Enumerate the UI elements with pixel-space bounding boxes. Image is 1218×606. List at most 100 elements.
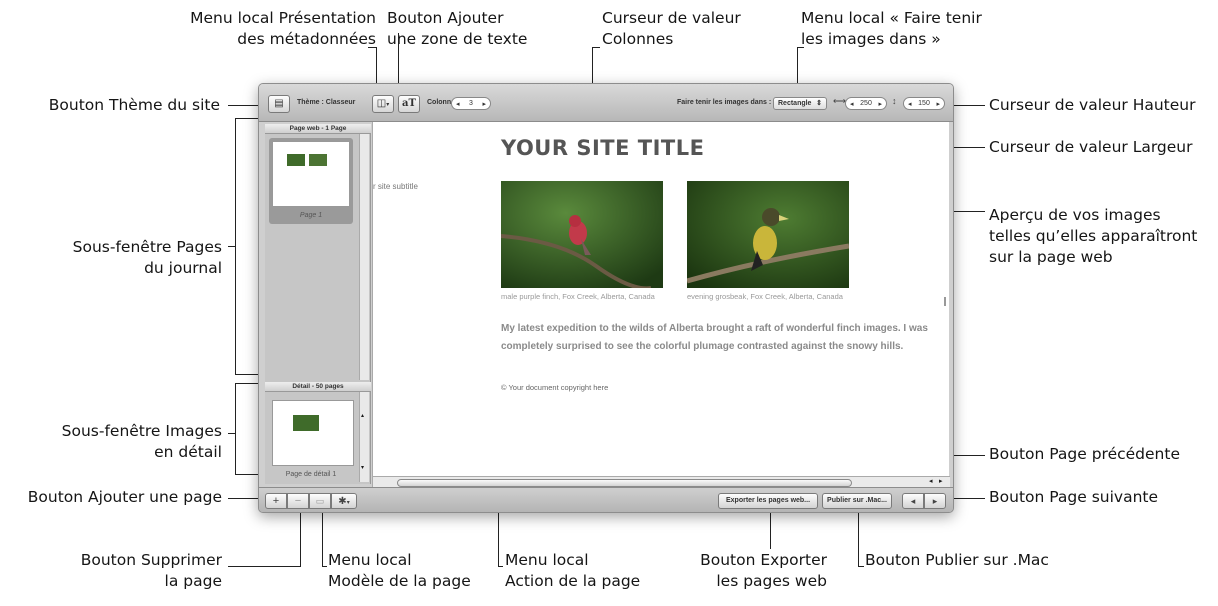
increment-icon[interactable]: ▸	[878, 100, 882, 108]
text-icon: aT	[402, 98, 416, 109]
photo-evening-grosbeak[interactable]	[687, 181, 849, 288]
callout-export-button: Bouton Exporter les pages web	[670, 550, 827, 592]
leader-line	[770, 507, 771, 549]
callout-line: Menu local Présentation	[190, 9, 376, 27]
columns-stepper[interactable]: ◂ 3 ▸	[451, 97, 491, 110]
presentation-menu[interactable]: ◫▾	[372, 95, 394, 113]
leader-line	[368, 47, 377, 48]
body-text[interactable]: My latest expedition to the wilds of Alb…	[501, 320, 931, 356]
page-template-menu[interactable]: ▭	[309, 493, 331, 509]
thumb-photo	[293, 415, 319, 431]
leader-line	[235, 474, 260, 475]
site-subtitle[interactable]: r site subtitle	[373, 182, 418, 191]
page-action-menu[interactable]: ✱▾	[331, 493, 357, 509]
journal-page-thumb-frame[interactable]: Page 1	[269, 138, 353, 224]
callout-line: une zone de texte	[387, 30, 528, 48]
resize-handle[interactable]	[944, 297, 946, 306]
gear-icon: ✱	[338, 496, 347, 507]
theme-button[interactable]: ▤	[268, 95, 290, 113]
callout-publish-button: Bouton Publier sur .Mac	[865, 551, 1049, 569]
leader-line	[235, 374, 260, 375]
width-icon: ⟷	[833, 96, 846, 106]
journal-page-thumb[interactable]	[272, 141, 350, 207]
add-page-button[interactable]: +	[265, 493, 287, 509]
callout-add-page-button: Bouton Ajouter une page	[27, 488, 222, 506]
detail-pages-header: Détail - 50 pages	[265, 382, 371, 392]
next-page-button[interactable]: ▸	[924, 493, 946, 509]
page-preview: YOUR SITE TITLE r site subtitle male pur…	[372, 122, 950, 488]
width-stepper[interactable]: ◂ 250 ▸	[845, 97, 887, 110]
callout-next-page-button: Bouton Page suivante	[989, 488, 1159, 506]
detail-page-thumb-label: Page de détail 1	[285, 471, 337, 478]
callout-line: du journal	[144, 259, 222, 277]
leader-line	[858, 507, 859, 567]
callout-preview: Aperçu de vos images telles qu’elles app…	[989, 205, 1197, 268]
height-stepper[interactable]: ◂ 150 ▸	[903, 97, 945, 110]
callout-theme-button: Bouton Thème du site	[48, 96, 220, 114]
minus-icon: −	[294, 495, 302, 507]
leader-line	[322, 507, 323, 567]
scroll-right-icon[interactable]: ▸	[939, 477, 943, 485]
callout-line: les images dans »	[801, 30, 941, 48]
add-text-button[interactable]: aT	[398, 95, 420, 113]
delete-page-button[interactable]: −	[287, 493, 309, 509]
callout-line: Bouton Exporter	[700, 551, 827, 569]
theme-label: Thème : Classeur	[297, 99, 356, 106]
export-web-pages-button[interactable]: Exporter les pages web...	[718, 493, 818, 509]
theme-icon: ▤	[274, 98, 284, 109]
callout-fit-images-menu: Menu local « Faire tenir les images dans…	[801, 8, 982, 50]
callout-line: Aperçu de vos images	[989, 206, 1161, 224]
decrement-icon[interactable]: ◂	[456, 100, 460, 108]
callout-line: la page	[164, 572, 222, 590]
publish-mac-button[interactable]: Publier sur .Mac...	[822, 493, 892, 509]
journal-pages-header: Page web - 1 Page	[265, 124, 371, 134]
width-value: 250	[860, 100, 872, 107]
scroll-thumb[interactable]	[397, 479, 852, 487]
callout-line: telles qu’elles apparaîtront	[989, 227, 1198, 245]
scroll-up-icon[interactable]: ▴	[361, 412, 364, 419]
site-title[interactable]: YOUR SITE TITLE	[501, 136, 704, 160]
height-value: 150	[918, 100, 930, 107]
journal-pages-scrollbar[interactable]	[359, 134, 369, 380]
copyright-text[interactable]: © Your document copyright here	[501, 383, 608, 392]
photo-caption-2[interactable]: evening grosbeak, Fox Creek, Alberta, Ca…	[687, 292, 847, 301]
decrement-icon[interactable]: ◂	[908, 100, 912, 108]
callout-line: Colonnes	[602, 30, 674, 48]
callout-journal-pages-pane: Sous-fenêtre Pages du journal	[40, 237, 222, 279]
increment-icon[interactable]: ▸	[936, 100, 940, 108]
detail-page-thumb[interactable]	[272, 400, 354, 466]
callout-page-template-menu: Menu local Modèle de la page	[328, 550, 471, 592]
callout-width-slider: Curseur de valeur Largeur	[989, 138, 1193, 156]
toolbar: ▤ Thème : Classeur ◫▾ aT Colonnes : ◂ 3 …	[259, 84, 953, 122]
leader-line	[592, 47, 600, 48]
callout-line: Modèle de la page	[328, 572, 471, 590]
detail-pages-scrollbar[interactable]: ▴ ▾	[359, 392, 369, 482]
plus-icon: +	[272, 495, 280, 507]
leader-line	[322, 566, 327, 567]
callout-line: Menu local	[328, 551, 412, 569]
leader-line	[797, 47, 804, 48]
arrow-right-icon: ▸	[932, 496, 938, 506]
previous-page-button[interactable]: ◂	[902, 493, 924, 509]
fit-images-menu[interactable]: Rectangle ⇕	[773, 97, 827, 110]
scroll-down-icon[interactable]: ▾	[361, 464, 364, 471]
callout-previous-page-button: Bouton Page précédente	[989, 445, 1180, 463]
callout-add-text-button: Bouton Ajouter une zone de texte	[387, 8, 527, 50]
leader-line	[228, 566, 301, 567]
chevron-down-icon: ▾	[386, 102, 390, 108]
app-window: ▤ Thème : Classeur ◫▾ aT Colonnes : ◂ 3 …	[258, 83, 954, 513]
photo-purple-finch[interactable]	[501, 181, 663, 288]
callout-line: Menu local	[505, 551, 589, 569]
fit-images-value: Rectangle	[778, 100, 812, 107]
scroll-left-icon[interactable]: ◂	[929, 477, 933, 485]
fit-images-label: Faire tenir les images dans :	[677, 99, 772, 106]
journal-page-thumb-label: Page 1	[299, 212, 323, 219]
increment-icon[interactable]: ▸	[482, 100, 486, 108]
photo-caption-1[interactable]: male purple finch, Fox Creek, Alberta, C…	[501, 292, 661, 301]
columns-value: 3	[469, 100, 473, 107]
decrement-icon[interactable]: ◂	[850, 100, 854, 108]
bird-photo-1	[501, 181, 663, 288]
callout-line: des métadonnées	[237, 30, 376, 48]
callout-detail-images-pane: Sous-fenêtre Images en détail	[40, 421, 222, 463]
chevron-down-icon: ▾	[346, 500, 350, 506]
